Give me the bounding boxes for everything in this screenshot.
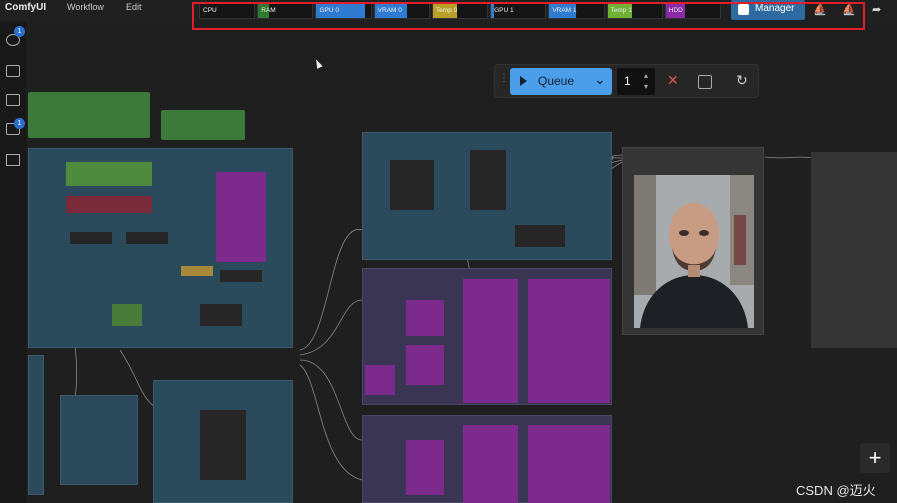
output-node[interactable] <box>811 152 897 348</box>
purple-node[interactable] <box>216 172 266 262</box>
purple-node[interactable] <box>463 279 518 403</box>
dark-node[interactable] <box>200 304 242 326</box>
purple-node[interactable] <box>365 365 395 395</box>
stop-icon[interactable] <box>698 75 712 89</box>
purple-node[interactable] <box>528 279 610 403</box>
queue-button[interactable]: Queue ⌄ <box>510 68 612 95</box>
purple-node[interactable] <box>406 440 444 495</box>
dark-node[interactable] <box>515 225 565 247</box>
yellow-node[interactable] <box>181 266 213 276</box>
dark-node[interactable] <box>70 232 112 244</box>
purple-node[interactable] <box>528 425 610 503</box>
green-node[interactable] <box>112 304 142 326</box>
node-group[interactable] <box>28 355 44 495</box>
dark-node[interactable] <box>200 410 246 480</box>
green-node[interactable] <box>66 162 152 186</box>
red-node[interactable] <box>66 196 152 213</box>
add-button[interactable]: + <box>860 443 890 473</box>
purple-node[interactable] <box>463 425 518 503</box>
drag-handle-icon[interactable]: ⋮ <box>499 73 509 84</box>
green-node[interactable] <box>161 110 245 140</box>
stepper-arrows-icon[interactable]: ▴ ▾ <box>644 70 648 92</box>
watermark: CSDN @迈火 <box>796 483 876 498</box>
node-group[interactable] <box>60 395 138 485</box>
preview-image <box>634 175 754 328</box>
purple-node[interactable] <box>406 345 444 385</box>
purple-node[interactable] <box>406 300 444 336</box>
dark-node[interactable] <box>470 150 506 210</box>
chevron-down-icon[interactable]: ⌄ <box>594 71 606 88</box>
batch-count-input[interactable]: 1 ▴ ▾ <box>617 68 655 95</box>
batch-count-value: 1 <box>624 74 631 88</box>
refresh-icon[interactable]: ↻ <box>736 72 748 89</box>
dark-node[interactable] <box>390 160 434 210</box>
image-preview-node[interactable] <box>622 147 764 335</box>
green-node[interactable] <box>28 92 150 138</box>
queue-label: Queue <box>538 74 575 88</box>
dark-node[interactable] <box>126 232 168 244</box>
cancel-icon[interactable]: ✕ <box>667 72 679 89</box>
play-icon <box>520 76 527 86</box>
dark-node[interactable] <box>220 270 262 282</box>
queue-toolbar: ⋮ Queue ⌄ 1 ▴ ▾ ✕ ↻ <box>494 64 759 98</box>
